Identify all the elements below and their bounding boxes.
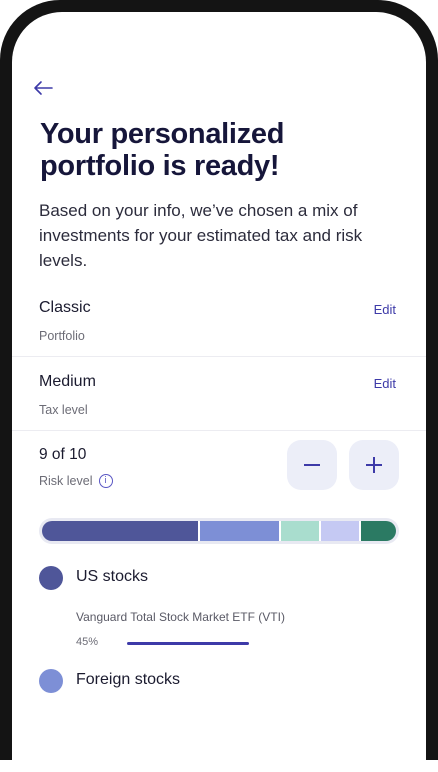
page-subtitle: Based on your info, we’ve chosen a mix o…: [39, 201, 363, 270]
asset-percent: 45%: [76, 636, 99, 648]
us-stocks-color-dot: [39, 566, 63, 590]
info-icon[interactable]: i: [98, 474, 113, 488]
risk-level-value: 9 of 10: [39, 446, 87, 463]
decrease-risk-button[interactable]: [287, 440, 337, 490]
tax-level-caption: Tax level: [39, 403, 88, 417]
page-title: Your personalized portfolio is ready!: [40, 118, 285, 182]
portfolio-value: Classic: [39, 299, 91, 316]
allocation-segment-2: [197, 521, 280, 541]
risk-level-label: Risk level: [39, 474, 93, 488]
asset-name: US stocks: [76, 568, 149, 585]
portfolio-caption: Portfolio: [39, 329, 85, 343]
back-button[interactable]: [32, 78, 54, 98]
allocation-bar-track: [42, 521, 396, 541]
asset-fund: Vanguard Total Stock Market ETF (VTI): [76, 610, 285, 624]
allocation-segment-5: [359, 521, 396, 541]
foreign-stocks-color-dot: [39, 669, 63, 693]
allocation-segment-1: [42, 521, 198, 541]
portfolio-row: Classic Portfolio Edit: [12, 299, 426, 373]
edit-portfolio-button[interactable]: Edit: [374, 302, 396, 317]
risk-level-caption: Risk level i: [39, 474, 113, 488]
tax-level-row: Medium Tax level Edit: [12, 373, 426, 447]
asset-name: Foreign stocks: [76, 671, 181, 688]
tax-level-value: Medium: [39, 373, 96, 390]
increase-risk-button[interactable]: [349, 440, 399, 490]
divider: [12, 356, 426, 357]
arrow-left-icon: [34, 81, 53, 95]
divider: [12, 430, 426, 431]
risk-level-stepper: 9 of 10 Risk level i: [12, 440, 426, 510]
phone-screen: Your personalized portfolio is ready! Ba…: [12, 12, 426, 772]
allocation-bar: [39, 518, 399, 544]
edit-tax-level-button[interactable]: Edit: [374, 376, 396, 391]
asset-allocation-bar: [127, 642, 249, 645]
minus-icon: [304, 464, 320, 466]
allocation-segment-4: [319, 521, 360, 541]
allocation-segment-3: [279, 521, 320, 541]
